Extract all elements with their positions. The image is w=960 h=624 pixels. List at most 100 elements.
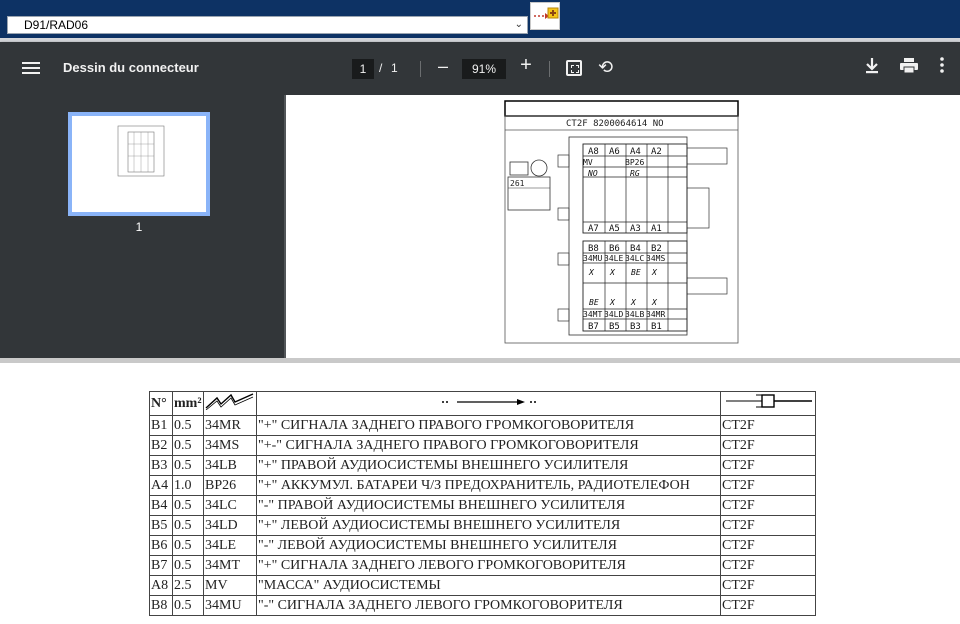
document-page-area: CT2F 8200064614 NO 261 A8 A6 A4 A2 MV BP26 NO R… [284, 95, 960, 358]
connector-select-value: D91/RAD06 [24, 18, 89, 32]
cell-section: 0.5 [172, 515, 204, 536]
toolbar-divider [420, 61, 421, 77]
cell-number: B8 [149, 595, 173, 616]
pin-label: B4 [630, 244, 641, 254]
cell-number: A4 [149, 475, 173, 496]
wire-code-label: 34LD [604, 310, 623, 319]
cell-connector: CT2F [720, 415, 816, 436]
wire-code-label: 34MR [646, 310, 665, 319]
connector-label: CT2F 8200064614 NO [566, 119, 664, 129]
pin-label: A4 [630, 147, 641, 157]
cell-number: B2 [149, 435, 173, 456]
cell-wire-code: 34MU [203, 595, 257, 616]
page-total: 1 [391, 61, 398, 75]
document-title: Dessin du connecteur [63, 60, 199, 75]
arrow-right-icon [441, 398, 536, 405]
pin-label: B6 [609, 244, 620, 254]
column-header-arrow-icon [256, 391, 721, 416]
cell-number: B1 [149, 415, 173, 436]
cell-wire-code: MV [203, 575, 257, 596]
cell-description: "-" ЛЕВОЙ АУДИОСИСТЕМЫ ВНЕШНЕГО УСИЛИТЕЛ… [256, 535, 721, 556]
toolbar-divider [549, 61, 550, 77]
zoom-in-button[interactable]: + [518, 54, 534, 77]
cell-description: "+-" СИГНАЛА ЗАДНЕГО ПРАВОГО ГРОМКОГОВОР… [256, 435, 721, 456]
pin-label: A5 [609, 224, 620, 234]
cell-wire-code: 34LC [203, 495, 257, 516]
cell-section: 0.5 [172, 435, 204, 456]
top-selector-bar: D91/RAD06 ⌄ [0, 0, 960, 38]
zoom-out-button[interactable]: – [436, 56, 450, 77]
wire-code-label: 34MU [583, 254, 602, 263]
pin-label: B2 [651, 244, 662, 254]
pin-label: A3 [630, 224, 641, 234]
menu-icon[interactable] [22, 59, 40, 77]
connector-select[interactable]: D91/RAD06 ⌄ [7, 16, 528, 34]
thumbnail-page-number: 1 [135, 220, 143, 234]
connector-diagram: CT2F 8200064614 NO 261 A8 A6 A4 A2 MV BP26 NO R… [504, 100, 739, 344]
cell-number: B7 [149, 555, 173, 576]
pin-label: B5 [609, 322, 620, 332]
page-thumbnail[interactable] [68, 112, 210, 216]
page-number-input[interactable]: 1 [352, 59, 374, 79]
cell-connector: CT2F [720, 475, 816, 496]
cell-section: 0.5 [172, 535, 204, 556]
pin-label: A6 [609, 147, 620, 157]
pin-label: A8 [588, 147, 599, 157]
table-row: B1 0.5 34MR "+" СИГНАЛА ЗАДНЕГО ПРАВОГО ГРО… [149, 415, 816, 436]
cell-section: 0.5 [172, 555, 204, 576]
wire-color-label: X [609, 268, 616, 277]
table-header-row: N° mm² [149, 391, 816, 416]
table-row: B3 0.5 34LB "+" ПРАВОЙ АУДИОСИСТЕМЫ ВНЕШНЕГ… [149, 455, 816, 476]
wire-color-label: X [630, 298, 637, 307]
connector-icon [726, 394, 812, 408]
column-header-number: N° [149, 391, 173, 416]
cell-number: B3 [149, 455, 173, 476]
wire-color-label: X [651, 268, 658, 277]
table-row: B5 0.5 34LD "+" ЛЕВОЙ АУДИОСИСТЕМЫ ВНЕШНЕГО… [149, 515, 816, 536]
column-header-section: mm² [172, 391, 204, 416]
wire-icon [205, 393, 254, 411]
plug-add-icon [534, 7, 559, 19]
cell-connector: CT2F [720, 575, 816, 596]
wire-code-label: 34LB [625, 310, 644, 319]
cell-wire-code: BP26 [203, 475, 257, 496]
cell-description: "+" СИГНАЛА ЗАДНЕГО ЛЕВОГО ГРОМКОГОВОРИТ… [256, 555, 721, 576]
cell-section: 1.0 [172, 475, 204, 496]
cell-description: "МАССА" АУДИОСИСТЕМЫ [256, 575, 721, 596]
cell-section: 0.5 [172, 455, 204, 476]
table-row: B7 0.5 34MT "+" СИГНАЛА ЗАДНЕГО ЛЕВОГО ГРОМ… [149, 555, 816, 576]
cell-description: "+" СИГНАЛА ЗАДНЕГО ПРАВОГО ГРОМКОГОВОРИ… [256, 415, 721, 436]
cell-number: B6 [149, 535, 173, 556]
pin-label: A7 [588, 224, 599, 234]
download-icon[interactable] [864, 57, 880, 80]
column-header-connector-icon [720, 391, 816, 416]
cell-description: "-" ПРАВОЙ АУДИОСИСТЕМЫ ВНЕШНЕГО УСИЛИТЕ… [256, 495, 721, 516]
more-options-icon[interactable] [940, 57, 944, 73]
chevron-down-icon: ⌄ [514, 19, 523, 30]
wire-code-label: MV [583, 158, 593, 167]
wire-code-label: 34LE [604, 254, 623, 263]
wire-code-label: 34LC [625, 254, 644, 263]
wire-code-label: 34MT [583, 310, 602, 319]
wire-color-label: X [588, 268, 595, 277]
cell-section: 0.5 [172, 415, 204, 436]
print-icon[interactable] [900, 58, 918, 74]
side-label: 261 [510, 179, 525, 188]
pdf-viewer: Dessin du connecteur 1 / 1 – 91% + ⟲ 1 C… [0, 42, 960, 358]
pin-label: A1 [651, 224, 662, 234]
cell-connector: CT2F [720, 495, 816, 516]
wire-color-label: X [609, 298, 616, 307]
wire-color-label: RG [630, 169, 640, 178]
table-row: B8 0.5 34MU "-" СИГНАЛА ЗАДНЕГО ЛЕВОГО ГРОМ… [149, 595, 816, 616]
cell-description: "+" ЛЕВОЙ АУДИОСИСТЕМЫ ВНЕШНЕГО УСИЛИТЕЛ… [256, 515, 721, 536]
cell-section: 0.5 [172, 595, 204, 616]
wiring-table-body: B1 0.5 34MR "+" СИГНАЛА ЗАДНЕГО ПРАВОГО ГРО… [149, 415, 816, 616]
column-header-wire-icon [203, 391, 257, 416]
zoom-input[interactable]: 91% [462, 59, 506, 79]
add-connector-button[interactable] [530, 2, 560, 30]
rotate-icon[interactable]: ⟲ [598, 57, 613, 78]
fit-page-icon[interactable] [566, 60, 582, 76]
pin-label: A2 [651, 147, 662, 157]
cell-connector: CT2F [720, 595, 816, 616]
pin-label: B8 [588, 244, 599, 254]
